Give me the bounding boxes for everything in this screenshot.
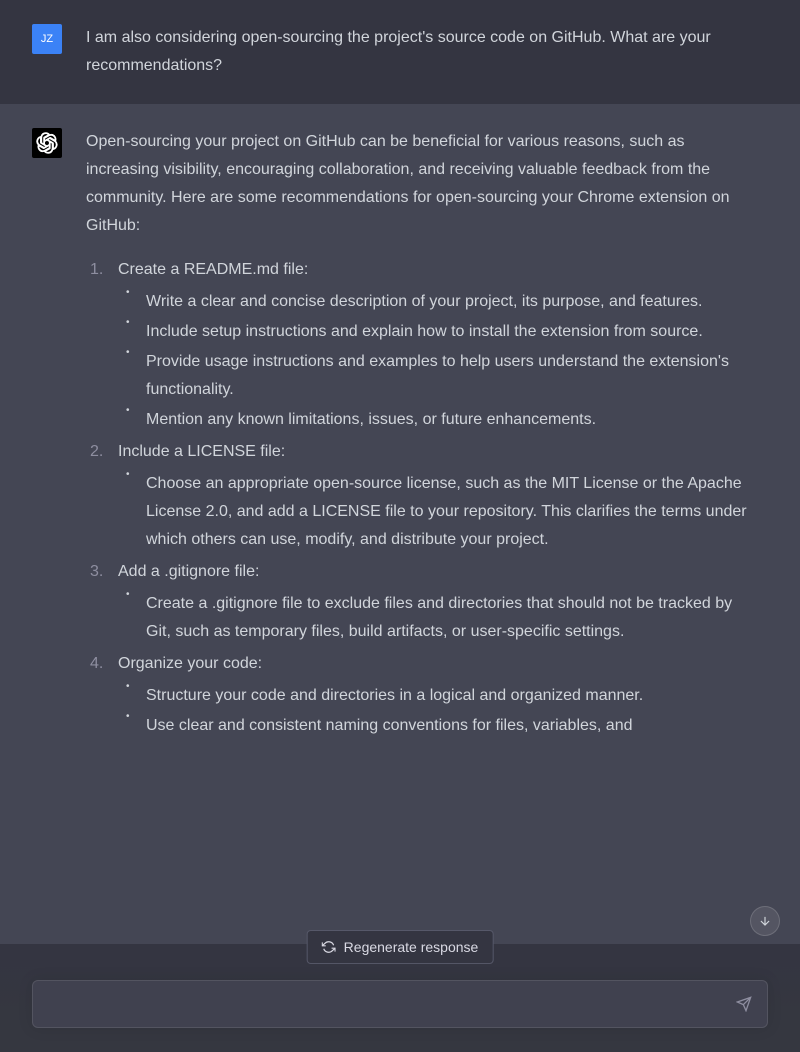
- list-item: Include a LICENSE file: Choose an appropr…: [90, 438, 748, 554]
- bullet-item: Provide usage instructions and examples …: [122, 348, 748, 404]
- bullet-item: Structure your code and directories in a…: [122, 682, 748, 710]
- openai-logo-icon: [36, 132, 58, 154]
- scroll-down-button[interactable]: [750, 906, 780, 936]
- send-button[interactable]: [732, 992, 756, 1016]
- bullet-item: Choose an appropriate open-source licens…: [122, 470, 748, 554]
- bullet-item: Write a clear and concise description of…: [122, 288, 748, 316]
- assistant-intro: Open-sourcing your project on GitHub can…: [86, 128, 748, 240]
- assistant-message-content: Open-sourcing your project on GitHub can…: [86, 128, 768, 744]
- bullet-list: Create a .gitignore file to exclude file…: [122, 590, 748, 646]
- bullet-item: Mention any known limitations, issues, o…: [122, 406, 748, 434]
- send-icon: [736, 996, 752, 1012]
- bullet-list: Write a clear and concise description of…: [122, 288, 748, 434]
- bullet-item: Create a .gitignore file to exclude file…: [122, 590, 748, 646]
- recommendations-list: Create a README.md file: Write a clear an…: [90, 256, 748, 740]
- user-message-text: I am also considering open-sourcing the …: [86, 24, 768, 80]
- list-item-title: Create a README.md file:: [118, 261, 308, 278]
- list-item: Create a README.md file: Write a clear an…: [90, 256, 748, 434]
- regenerate-button[interactable]: Regenerate response: [307, 930, 494, 964]
- bullet-list: Structure your code and directories in a…: [122, 682, 748, 740]
- refresh-icon: [322, 940, 336, 954]
- bullet-list: Choose an appropriate open-source licens…: [122, 470, 748, 554]
- assistant-avatar: [32, 128, 62, 158]
- user-message: JZ I am also considering open-sourcing t…: [0, 0, 800, 104]
- message-input[interactable]: [32, 980, 768, 1028]
- arrow-down-icon: [758, 914, 772, 928]
- list-item: Organize your code: Structure your code a…: [90, 650, 748, 740]
- input-area: [0, 960, 800, 1052]
- bullet-item: Include setup instructions and explain h…: [122, 318, 748, 346]
- list-item-title: Organize your code:: [118, 655, 262, 672]
- assistant-message: Open-sourcing your project on GitHub can…: [0, 104, 800, 944]
- list-item: Add a .gitignore file: Create a .gitignor…: [90, 558, 748, 646]
- list-item-title: Add a .gitignore file:: [118, 563, 259, 580]
- list-item-title: Include a LICENSE file:: [118, 443, 285, 460]
- user-avatar: JZ: [32, 24, 62, 54]
- regenerate-label: Regenerate response: [344, 939, 479, 955]
- bullet-item: Use clear and consistent naming conventi…: [122, 712, 748, 740]
